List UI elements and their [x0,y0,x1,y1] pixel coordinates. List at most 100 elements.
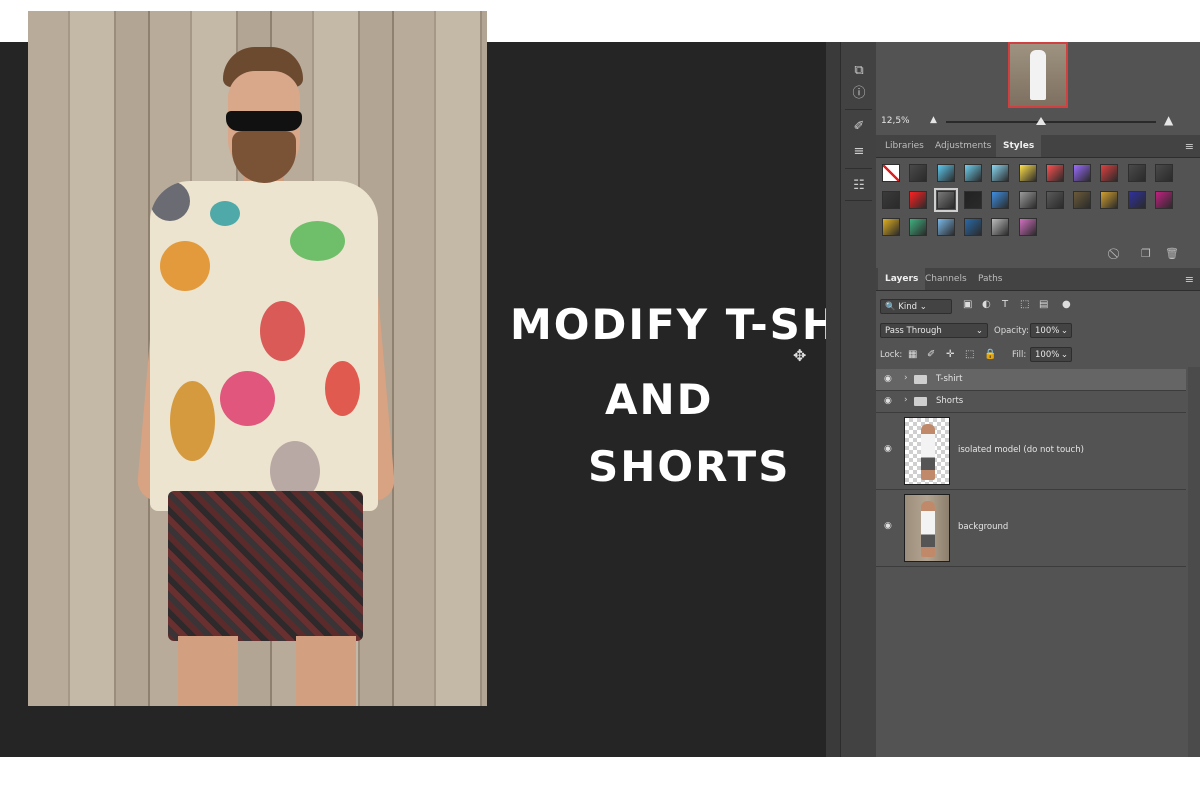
style-swatch[interactable] [1100,164,1119,182]
style-swatch[interactable] [991,191,1010,209]
patterned-tshirt [150,181,378,511]
tab-libraries[interactable]: Libraries [878,135,931,157]
tab-adjustments[interactable]: Adjustments [928,135,998,157]
delete-style-icon[interactable]: 🗑 [1165,247,1179,260]
layer-row-background[interactable]: ◉ background [876,490,1186,567]
toolstrip-divider [845,109,872,110]
style-swatch[interactable] [963,164,982,182]
folder-icon [914,375,927,384]
zoom-in-icon[interactable]: ▲ [1164,113,1173,127]
style-swatch[interactable] [1155,164,1173,182]
3d-cube-icon[interactable]: ⧉ [849,62,869,80]
style-swatch[interactable] [1018,191,1037,209]
shape-filter-icon[interactable]: ⬚ [1020,299,1029,310]
brush-settings-icon[interactable]: ✐ [849,118,869,136]
visibility-eye-icon[interactable]: ◉ [884,521,892,531]
layers-scrollbar[interactable] [1188,367,1200,757]
layer-row-shorts[interactable]: ◉ › Shorts [876,391,1186,413]
layer-name: isolated model (do not touch) [958,445,1084,455]
style-swatch[interactable] [882,164,900,182]
zoom-value[interactable]: 12,5% [881,116,910,126]
model-right-leg [296,636,356,706]
zoom-out-icon[interactable]: ▲ [930,115,937,125]
style-swatch[interactable] [1018,218,1037,236]
opacity-label: Opacity: [994,326,1029,336]
styles-tab-bar: Libraries Adjustments Styles ≡ [876,135,1200,158]
filter-kind-select[interactable]: 🔍 Kind ⌄ [880,299,952,314]
style-swatch[interactable] [909,164,928,182]
style-swatch[interactable] [1073,191,1092,209]
type-filter-icon[interactable]: T [1002,299,1008,310]
styles-footer: ⃠ ❐ 🗑 [876,243,1200,265]
style-swatch[interactable] [933,188,958,212]
opacity-value: 100% [1035,326,1060,336]
lock-artboard-icon[interactable]: ⬚ [965,349,974,360]
style-swatch[interactable] [1073,164,1092,182]
opacity-field[interactable]: 100% ⌄ [1030,323,1072,338]
style-swatch[interactable] [1045,191,1064,209]
layer-row-tshirt[interactable]: ◉ › T-shirt [876,369,1186,391]
lock-position-icon[interactable]: ✛ [946,349,954,360]
new-style-icon[interactable]: ❐ [1141,247,1151,260]
style-swatch[interactable] [909,218,928,236]
style-swatch[interactable] [1018,164,1037,182]
brushes-icon[interactable]: ≡ [849,143,869,161]
tab-styles[interactable]: Styles [996,135,1042,157]
tab-channels[interactable]: Channels [918,268,974,290]
layer-thumbnail [904,494,950,562]
style-swatch[interactable] [963,218,982,236]
filter-kind-value: Kind [898,302,918,312]
style-swatch[interactable] [882,191,900,209]
layer-name: T-shirt [936,374,963,384]
model-sunglasses [226,111,302,131]
style-swatch[interactable] [1155,191,1173,209]
style-swatch[interactable] [1100,191,1119,209]
lock-image-icon[interactable]: ✐ [927,349,935,360]
style-swatch[interactable] [1127,164,1146,182]
lock-row: Lock: ▦ ✐ ✛ ⬚ 🔒 Fill: 100% ⌄ [876,347,1200,369]
info-icon[interactable]: ⓘ [849,85,869,103]
navigator-thumbnail[interactable] [1008,42,1068,108]
clone-source-icon[interactable]: ☷ [849,177,869,195]
tab-paths[interactable]: Paths [971,268,1009,290]
style-swatch[interactable] [1127,191,1146,209]
model-left-leg [178,636,238,706]
style-swatch[interactable] [882,218,900,236]
blend-mode-select[interactable]: Pass Through ⌄ [880,323,988,338]
layer-name: Shorts [936,396,964,406]
style-swatch[interactable] [1045,164,1064,182]
knit-pattern-shorts [168,491,363,641]
toolstrip-divider [845,200,872,201]
visibility-eye-icon[interactable]: ◉ [884,444,892,454]
model-beard [232,131,296,183]
chevron-right-icon[interactable]: › [904,373,908,383]
layers-menu-icon[interactable]: ≡ [1185,273,1194,286]
layer-row-isolated-model[interactable]: ◉ isolated model (do not touch) [876,413,1186,490]
lock-transparent-icon[interactable]: ▦ [908,349,917,360]
style-swatch[interactable] [991,164,1010,182]
layers-tab-bar: Layers Channels Paths ≡ [876,268,1200,291]
style-swatch[interactable] [909,191,928,209]
visibility-eye-icon[interactable]: ◉ [884,374,892,384]
panel-menu-icon[interactable]: ≡ [1185,140,1194,153]
filter-toggle-icon[interactable]: ● [1062,299,1071,310]
style-swatch[interactable] [936,218,955,236]
chevron-right-icon[interactable]: › [904,395,908,405]
smart-object-filter-icon[interactable]: ▤ [1039,299,1048,310]
style-swatch[interactable] [936,164,955,182]
visibility-eye-icon[interactable]: ◉ [884,396,892,406]
blend-mode-value: Pass Through [885,326,942,336]
zoom-slider[interactable] [946,117,1156,125]
lock-all-icon[interactable]: 🔒 [984,349,996,360]
pixel-filter-icon[interactable]: ▣ [963,299,972,310]
layer-name: background [958,522,1009,532]
zoom-slider-handle[interactable] [1035,117,1046,125]
style-swatch[interactable] [991,218,1010,236]
fill-field[interactable]: 100% ⌄ [1030,347,1072,362]
adjustment-filter-icon[interactable]: ◐ [982,299,991,310]
layer-thumbnail [904,417,950,485]
fill-value: 100% [1035,350,1060,360]
style-swatch[interactable] [963,191,982,209]
folder-icon [914,397,927,406]
headline-line-3: SHORTS [588,442,791,491]
